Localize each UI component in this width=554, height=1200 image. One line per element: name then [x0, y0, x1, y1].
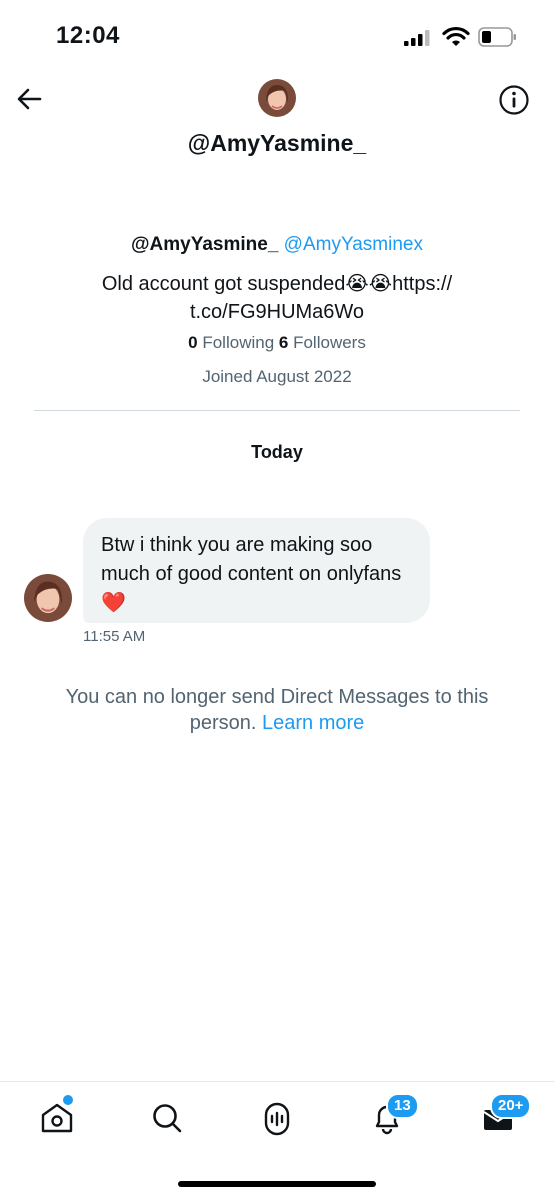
- info-icon[interactable]: [498, 84, 530, 116]
- wifi-icon: [442, 26, 470, 46]
- header-title: @AmyYasmine_: [187, 130, 367, 156]
- bio-line-1: Old account got suspended😭😭https://: [101, 273, 453, 295]
- profile-names: @AmyYasmine_ @AmyYasminex: [0, 234, 554, 256]
- home-indicator[interactable]: [178, 1181, 376, 1187]
- tab-spaces[interactable]: [255, 1096, 299, 1140]
- date-separator: Today: [251, 442, 303, 462]
- battery-icon: [478, 27, 516, 47]
- profile-display-name: @AmyYasmine_: [131, 234, 279, 255]
- joined-date: Joined August 2022: [202, 367, 352, 386]
- header-avatar[interactable]: [258, 79, 296, 117]
- back-arrow-icon[interactable]: [14, 84, 44, 114]
- messages-badge: 20+: [490, 1093, 532, 1119]
- following-label[interactable]: Following: [202, 333, 274, 352]
- learn-more-link[interactable]: Learn more: [262, 712, 364, 734]
- avatar-photo-icon: [24, 574, 72, 622]
- profile-bio: Old account got suspended😭😭https:// t.co…: [60, 270, 494, 326]
- followers-label[interactable]: Followers: [293, 333, 366, 352]
- avatar-photo-icon: [258, 79, 296, 117]
- followers-count: 6: [278, 333, 289, 352]
- profile-handle[interactable]: @AmyYasminex: [284, 234, 423, 255]
- bio-line-2[interactable]: t.co/FG9HUMa6Wo: [60, 298, 494, 326]
- status-time: 12:04: [56, 22, 120, 49]
- search-icon: [153, 1104, 182, 1133]
- tab-search[interactable]: [145, 1096, 189, 1140]
- dm-restricted-notice: You can no longer send Direct Messages t…: [30, 684, 524, 736]
- cellular-signal-icon: [404, 30, 430, 46]
- follow-stats: 0 Following 6 Followers: [0, 333, 554, 353]
- message-timestamp: 11:55 AM: [83, 628, 146, 645]
- tab-bar-divider: [0, 1081, 554, 1082]
- message-bubble[interactable]: Btw i think you are making soo much of g…: [83, 518, 430, 623]
- divider: [34, 410, 520, 411]
- spaces-microphone-icon: [264, 1102, 290, 1136]
- notifications-badge: 13: [386, 1093, 419, 1119]
- message-avatar[interactable]: [24, 574, 72, 622]
- following-count: 0: [188, 333, 198, 352]
- home-notification-dot: [61, 1093, 75, 1107]
